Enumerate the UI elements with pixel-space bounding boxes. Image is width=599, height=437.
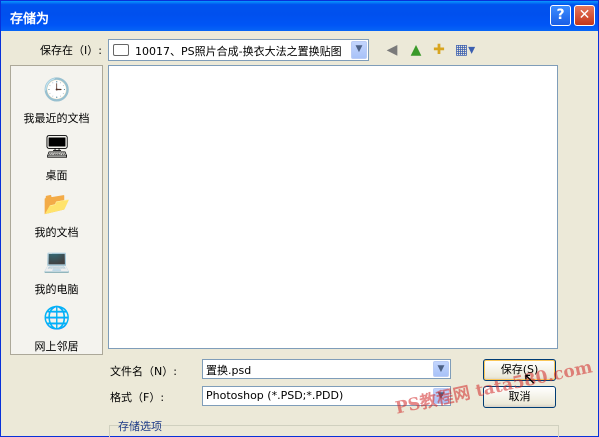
place-recent[interactable]: 🕒 我最近的文档	[11, 72, 102, 128]
place-label: 我的文档	[34, 226, 79, 239]
help-button[interactable]: ?	[550, 5, 571, 26]
options-groupbox	[109, 425, 559, 437]
chevron-down-icon[interactable]: ▼	[351, 41, 367, 59]
window-title: 存储为	[10, 12, 50, 27]
network-places-icon: 🌐	[43, 306, 71, 331]
file-list[interactable]	[108, 65, 558, 349]
back-icon[interactable]: ◀	[382, 41, 402, 61]
my-computer-icon: 💻	[43, 249, 71, 274]
lookin-label: 保存在（I）:	[40, 44, 102, 57]
desktop-icon: 🖥	[43, 135, 71, 160]
place-label: 网上邻居	[34, 340, 79, 353]
chevron-down-icon[interactable]: ▼	[433, 361, 449, 377]
view-menu-icon[interactable]: ▦▾	[453, 41, 477, 61]
filename-label: 文件名（N）:	[110, 365, 177, 378]
place-my-documents[interactable]: 📂 我的文档	[11, 186, 102, 242]
save-as-dialog: 存储为 ? ✕ 保存在（I）: 10017、PS照片合成-换衣大法之置换贴图 ▼…	[0, 0, 599, 437]
lookin-dropdown[interactable]: 10017、PS照片合成-换衣大法之置换贴图 ▼	[108, 39, 369, 61]
title-bar[interactable]: 存储为 ? ✕	[1, 1, 598, 31]
mouse-cursor-icon: ↖	[523, 369, 537, 388]
place-label: 我最近的文档	[23, 112, 90, 125]
up-folder-icon[interactable]: ▲	[406, 41, 426, 61]
recent-documents-icon: 🕒	[43, 78, 71, 103]
place-desktop[interactable]: 🖥 桌面	[11, 129, 102, 185]
folder-icon	[113, 44, 129, 56]
close-button[interactable]: ✕	[574, 5, 595, 26]
my-documents-icon: 📂	[43, 192, 71, 217]
places-bar: 🕒 我最近的文档 🖥 桌面 📂 我的文档 💻 我的电脑 🌐 网上邻居	[10, 65, 103, 355]
filename-value: 置换.psd	[206, 364, 252, 377]
place-my-computer[interactable]: 💻 我的电脑	[11, 243, 102, 299]
format-label: 格式（F）:	[110, 391, 165, 404]
options-label: 存储选项	[118, 420, 162, 433]
new-folder-icon[interactable]: ✚	[429, 41, 449, 61]
place-label: 我的电脑	[34, 283, 79, 296]
place-label: 桌面	[45, 169, 68, 182]
place-network[interactable]: 🌐 网上邻居	[11, 300, 102, 356]
lookin-folder: 10017、PS照片合成-换衣大法之置换贴图	[135, 45, 342, 58]
format-value: Photoshop (*.PSD;*.PDD)	[206, 389, 344, 402]
filename-input[interactable]: 置换.psd ▼	[202, 359, 451, 379]
